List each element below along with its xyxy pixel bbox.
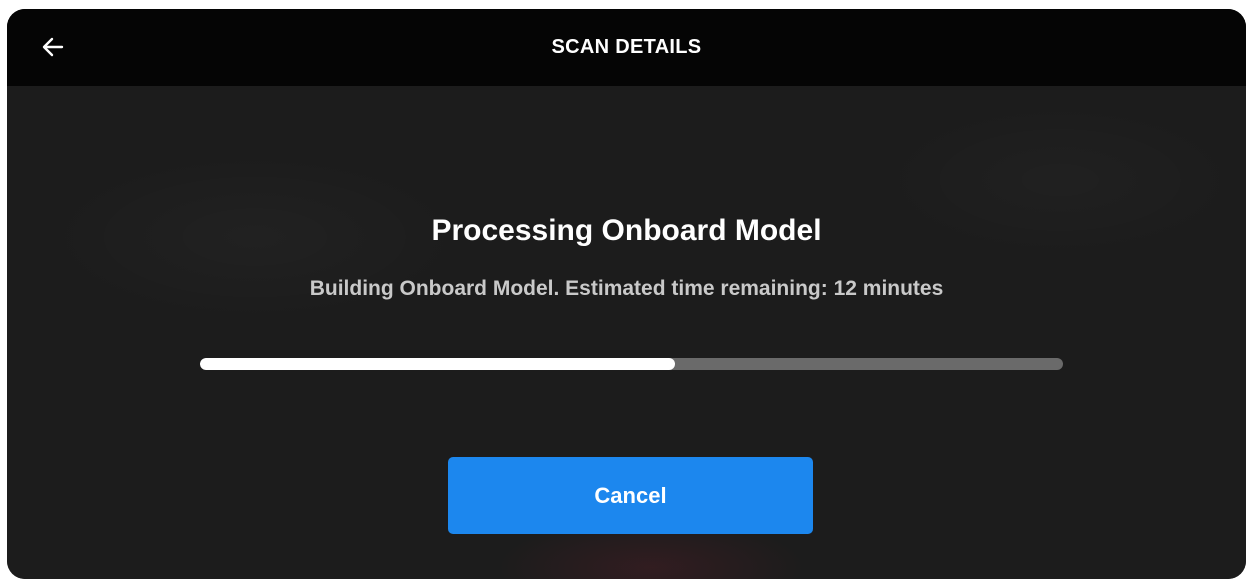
main-content: Processing Onboard Model Building Onboar… — [7, 86, 1246, 579]
page-title: SCAN DETAILS — [551, 36, 702, 58]
progress-bar — [200, 358, 1063, 370]
progress-bar-fill — [200, 358, 675, 370]
app-window: SCAN DETAILS Processing Onboard Model Bu… — [7, 9, 1246, 579]
arrow-left-icon — [42, 37, 64, 57]
processing-heading: Processing Onboard Model — [431, 214, 822, 247]
cancel-button[interactable]: Cancel — [448, 457, 813, 534]
top-bar: SCAN DETAILS — [7, 9, 1246, 86]
status-text: Building Onboard Model. Estimated time r… — [309, 277, 944, 300]
back-button[interactable] — [35, 29, 71, 65]
